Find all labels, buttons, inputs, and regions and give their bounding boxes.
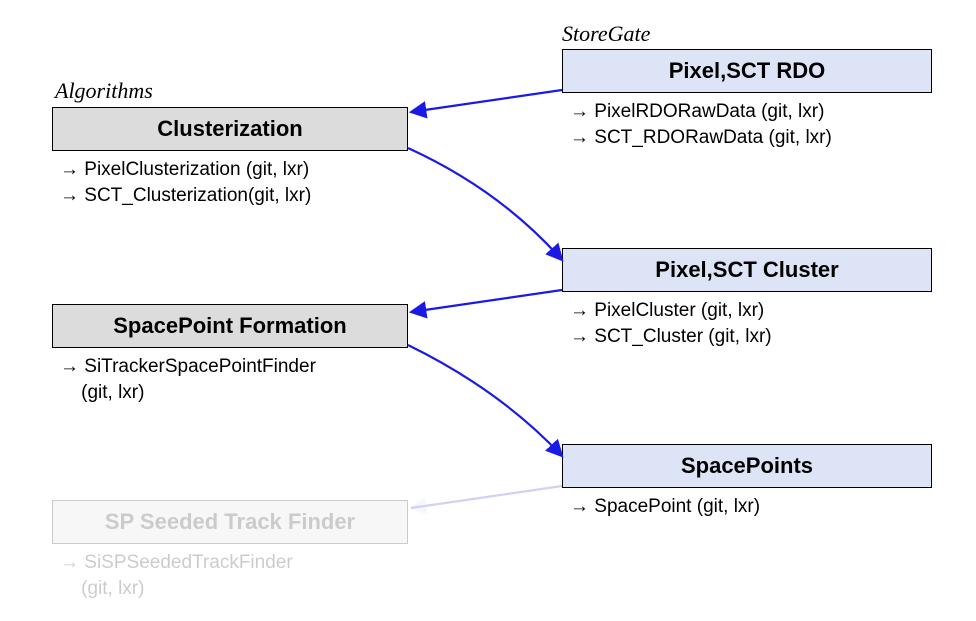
diagram-container: Algorithms StoreGate Pixel,SCT RDO → Pix… — [0, 0, 976, 621]
spformation-detail-2: (git, lxr) — [60, 380, 316, 406]
arrow-rdo-to-clusterization — [411, 90, 562, 112]
node-spformation-title: SpacePoint Formation — [113, 313, 346, 338]
arrow-spformation-to-spacepoints — [408, 345, 562, 456]
sptrack-detail-1: → SiSPSeededTrackFinder — [60, 550, 293, 576]
clusterization-detail-1: → PixelClusterization (git, lxr) — [60, 157, 311, 183]
node-spacepoints: SpacePoints — [562, 444, 932, 488]
node-spacepoints-title: SpacePoints — [681, 453, 813, 478]
rdo-detail-1: → PixelRDORawData (git, lxr) — [570, 99, 832, 125]
node-spacepoints-details: → SpacePoint (git, lxr) — [570, 494, 760, 520]
node-clusterization-details: → PixelClusterization (git, lxr) → SCT_C… — [60, 157, 311, 208]
node-sptrackfinder-details: → SiSPSeededTrackFinder (git, lxr) — [60, 550, 293, 601]
arrow-spacepoints-to-sptrackfinder — [411, 486, 562, 508]
node-rdo: Pixel,SCT RDO — [562, 49, 932, 93]
node-rdo-title: Pixel,SCT RDO — [669, 58, 825, 83]
node-rdo-details: → PixelRDORawData (git, lxr) → SCT_RDORa… — [570, 99, 832, 150]
node-cluster-title: Pixel,SCT Cluster — [655, 257, 838, 282]
cluster-detail-1: → PixelCluster (git, lxr) — [570, 298, 772, 324]
arrow-clusterization-to-cluster — [408, 148, 562, 260]
node-sptrackfinder-title: SP Seeded Track Finder — [105, 509, 355, 534]
node-clusterization: Clusterization — [52, 107, 408, 151]
node-spformation-details: → SiTrackerSpacePointFinder (git, lxr) — [60, 354, 316, 405]
node-clusterization-title: Clusterization — [157, 116, 302, 141]
cluster-detail-2: → SCT_Cluster (git, lxr) — [570, 324, 772, 350]
node-sptrackfinder: SP Seeded Track Finder — [52, 500, 408, 544]
algorithms-label: Algorithms — [55, 78, 153, 104]
clusterization-detail-2: → SCT_Clusterization(git, lxr) — [60, 183, 311, 209]
spformation-detail-1: → SiTrackerSpacePointFinder — [60, 354, 316, 380]
node-cluster-details: → PixelCluster (git, lxr) → SCT_Cluster … — [570, 298, 772, 349]
arrow-cluster-to-spformation — [411, 290, 562, 312]
node-cluster: Pixel,SCT Cluster — [562, 248, 932, 292]
spacepoints-detail-1: → SpacePoint (git, lxr) — [570, 494, 760, 520]
storegate-label: StoreGate — [562, 21, 650, 47]
sptrack-detail-2: (git, lxr) — [60, 576, 293, 602]
node-spformation: SpacePoint Formation — [52, 304, 408, 348]
rdo-detail-2: → SCT_RDORawData (git, lxr) — [570, 125, 832, 151]
